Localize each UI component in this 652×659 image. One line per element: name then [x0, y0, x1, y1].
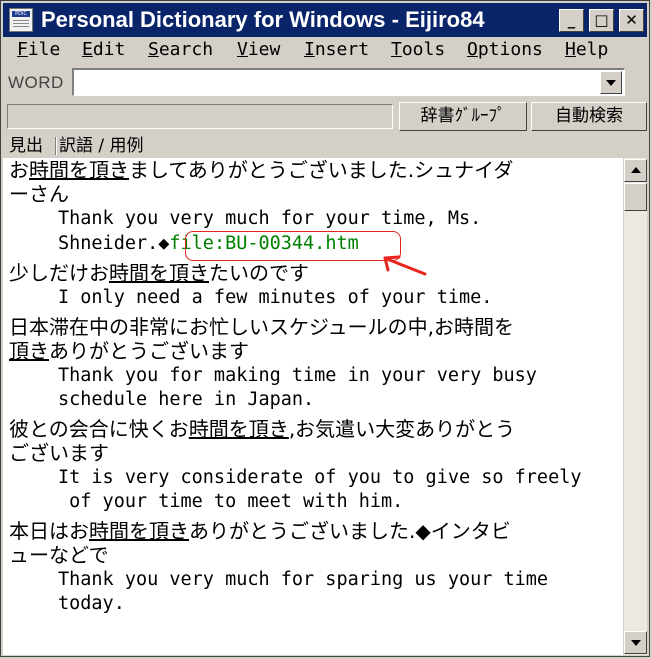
scroll-down-button[interactable]	[624, 631, 647, 654]
menu-edit[interactable]: Edit	[82, 39, 125, 61]
menu-help[interactable]: Help	[565, 39, 608, 61]
scroll-thumb[interactable]	[624, 183, 647, 211]
app-icon[interactable]: PDIC	[9, 8, 33, 32]
menu-file[interactable]: File	[17, 39, 60, 61]
vertical-scrollbar[interactable]	[624, 158, 647, 655]
tool-row: 辞書ｸﾞﾙｰﾌﾟ 自動検索	[3, 101, 647, 133]
translation-column-header[interactable]: 訳語 / 用例	[59, 135, 144, 157]
window-title: Personal Dictionary for Windows - Eijiro…	[41, 7, 485, 32]
entry-headword-cont[interactable]: ーさん	[9, 182, 69, 206]
entry-headword-cont[interactable]: 頂きありがとうございます	[9, 339, 249, 363]
auto-search-button[interactable]: 自動検索	[531, 102, 647, 131]
scroll-up-button[interactable]	[624, 159, 647, 182]
dictionary-group-button[interactable]: 辞書ｸﾞﾙｰﾌﾟ	[399, 102, 527, 131]
results-pane[interactable]: お時間を頂きましてありがとうございました.シュナイダ ーさん Thank you…	[3, 158, 623, 655]
menu-search[interactable]: Search	[148, 39, 213, 61]
minimize-button[interactable]: _	[559, 9, 584, 32]
arrow-up-icon	[631, 167, 641, 173]
entry-translation: Thank you very much for your time, Ms.	[58, 208, 482, 229]
entry-translation: It is very considerate of you to give so…	[58, 467, 582, 488]
annotation-arrow-icon	[383, 255, 427, 276]
title-bar[interactable]: PDIC Personal Dictionary for Windows - E…	[3, 3, 647, 37]
maximize-button[interactable]: □	[589, 9, 614, 32]
headword-column-header[interactable]: 見出	[9, 135, 43, 157]
menu-options[interactable]: Options	[467, 39, 543, 61]
entry-translation: I only need a few minutes of your time.	[58, 287, 493, 308]
entry-headword-cont[interactable]: ございます	[9, 441, 109, 465]
app-window: PDIC Personal Dictionary for Windows - E…	[0, 0, 650, 657]
app-icon-label: PDIC	[12, 11, 30, 17]
entry-headword[interactable]: 本日はお時間を頂きありがとうございました.◆インタビ	[9, 519, 511, 543]
status-field	[7, 104, 393, 129]
entry-translation: schedule here in Japan.	[58, 389, 315, 410]
entry-headword[interactable]: 彼との会合に快くお時間を頂き,お気遣い大変ありがとう	[9, 417, 515, 441]
column-header: 見出 訳語 / 用例	[3, 135, 647, 157]
word-search-input[interactable]	[72, 68, 625, 96]
menu-view[interactable]: View	[237, 39, 280, 61]
word-search-row: WORD	[3, 65, 647, 99]
entry-translation: today.	[58, 593, 125, 614]
entry-translation: Thank you very much for sparing us your …	[58, 569, 549, 590]
dropdown-button[interactable]	[600, 71, 622, 94]
annotation-circle	[185, 231, 401, 261]
entry-translation: of your time to meet with him.	[58, 491, 404, 512]
app-icon-lines	[13, 20, 29, 21]
column-divider[interactable]	[55, 137, 57, 155]
menu-bar: File Edit Search View Insert Tools Optio…	[3, 38, 647, 62]
entry-translation: Thank you for making time in your very b…	[58, 365, 537, 386]
close-button[interactable]: ✕	[619, 9, 644, 32]
chevron-down-icon	[606, 80, 616, 86]
word-label: WORD	[8, 73, 64, 92]
arrow-down-icon	[631, 640, 641, 646]
menu-tools[interactable]: Tools	[391, 39, 445, 61]
entry-headword[interactable]: お時間を頂きましてありがとうございました.シュナイダ	[9, 158, 513, 182]
entry-headword[interactable]: 少しだけお時間を頂きたいのです	[9, 261, 309, 285]
entry-headword[interactable]: 日本滞在中の非常にお忙しいスケジュールの中,お時間を	[9, 315, 514, 339]
entry-headword-cont[interactable]: ューなどで	[9, 543, 109, 567]
menu-insert[interactable]: Insert	[304, 39, 369, 61]
